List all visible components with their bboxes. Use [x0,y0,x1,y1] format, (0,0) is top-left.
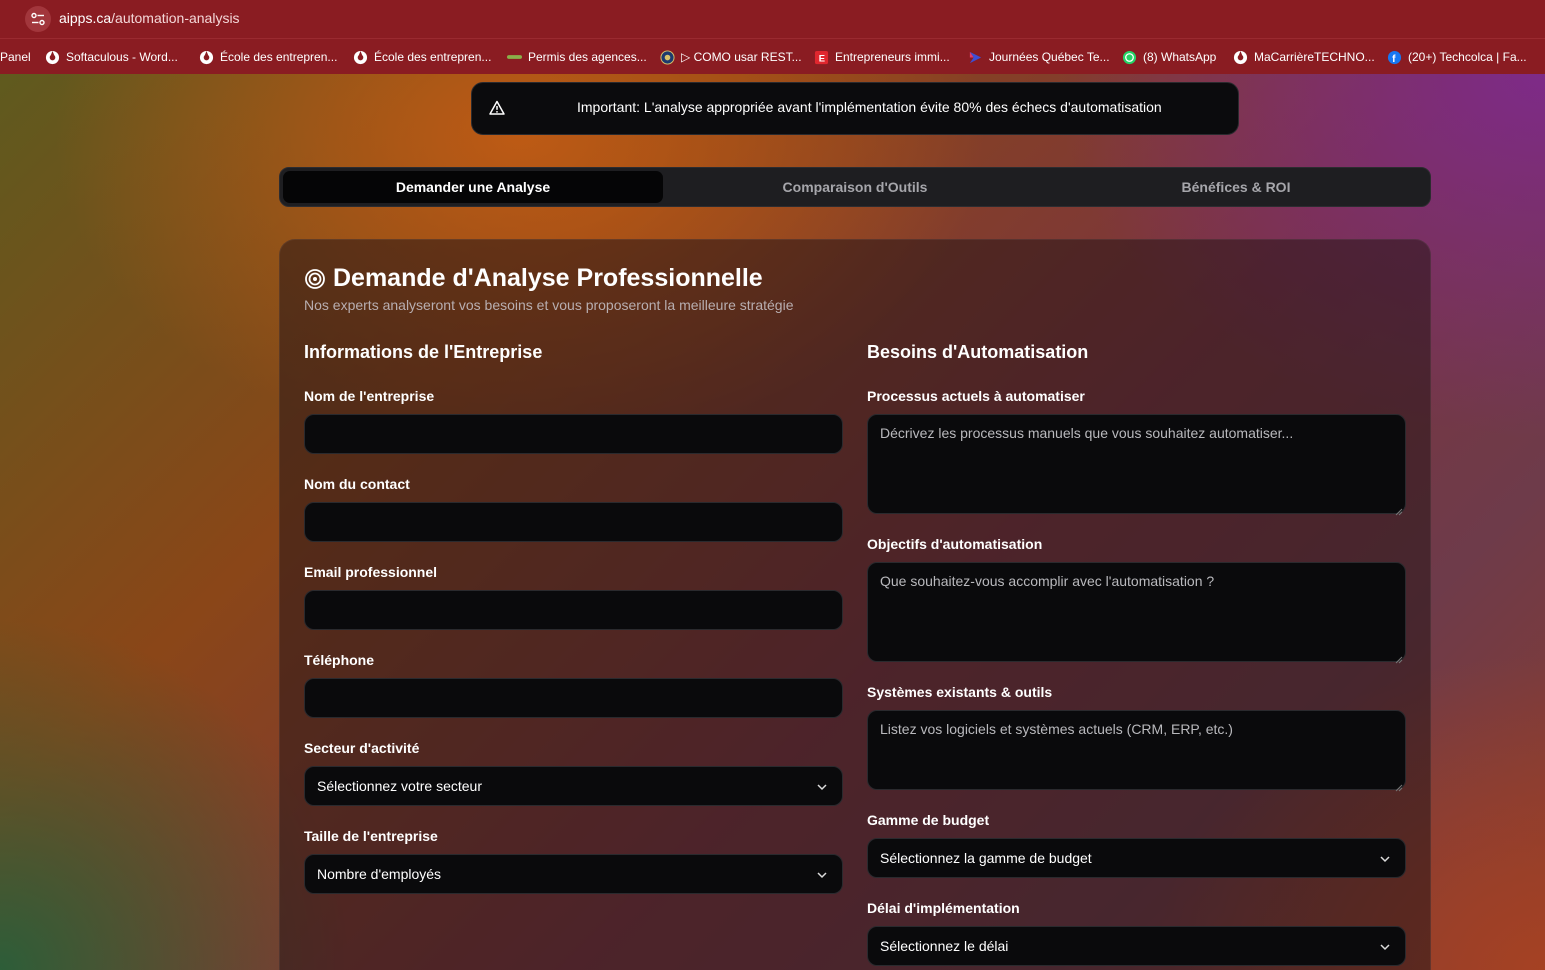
bookmark-ecole-1[interactable]: École des entrepren... [199,48,337,66]
bookmark-label: (8) WhatsApp [1143,50,1217,64]
chevron-down-icon [1379,852,1391,864]
globe-icon [45,50,60,65]
bookmark-softaculous[interactable]: Softaculous - Word... [45,48,178,66]
processes-input[interactable] [868,415,1405,513]
bookmark-permis[interactable]: Permis des agences... [507,48,647,66]
facebook-icon: f [1387,50,1402,65]
site-info-icon[interactable] [25,6,51,32]
target-icon [304,268,326,290]
budget-select-value: Sélectionnez la gamme de budget [880,850,1092,866]
processes-label: Processus actuels à automatiser [867,388,1085,404]
bookmark-entrepreneurs[interactable]: E Entrepreneurs immi... [814,48,950,66]
size-select[interactable]: Nombre d'employés [304,854,843,894]
contact-name-field[interactable] [304,502,843,542]
globe-icon [353,50,368,65]
processes-textarea[interactable] [867,414,1406,516]
seal-icon [660,49,675,65]
url-host: aipps.ca [59,10,112,26]
systems-label: Systèmes existants & outils [867,684,1053,700]
bookmark-label: Permis des agences... [528,50,647,64]
phone-field[interactable] [304,678,843,718]
company-name-field[interactable] [304,414,843,454]
sector-label: Secteur d'activité [304,740,420,756]
resize-grip-icon[interactable] [1395,779,1403,792]
bookmark-label: Panel [0,50,31,64]
bookmark-label: (20+) Techcolca | Fa... [1408,50,1527,64]
warning-triangle-icon [488,99,506,117]
e-logo-icon: E [814,50,829,65]
resize-grip-icon[interactable] [1395,503,1403,516]
systems-textarea[interactable] [867,710,1406,792]
size-label: Taille de l'entreprise [304,828,438,844]
bookmark-ecole-2[interactable]: École des entrepren... [353,48,491,66]
chevron-down-icon [816,780,828,792]
bookmark-label: Entrepreneurs immi... [835,50,950,64]
tab-benefices-roi[interactable]: Bénéfices & ROI [1046,171,1426,203]
chevron-down-icon [1379,940,1391,952]
analysis-request-card: Demande d'Analyse Professionnelle Nos ex… [279,239,1431,970]
bookmark-como[interactable]: ▷ COMO usar REST... [660,48,802,66]
systems-input[interactable] [868,711,1405,789]
bookmark-label: ▷ COMO usar REST... [681,50,802,64]
goals-label: Objectifs d'automatisation [867,536,1043,552]
timeline-select-value: Sélectionnez le délai [880,938,1009,954]
card-title-text: Demande d'Analyse Professionnelle [333,264,763,292]
email-field[interactable] [304,590,843,630]
whatsapp-icon [1122,50,1137,65]
bookmark-whatsapp[interactable]: (8) WhatsApp [1122,48,1216,66]
card-subtitle: Nos experts analyseront vos besoins et v… [304,297,794,313]
size-select-value: Nombre d'employés [317,866,442,882]
company-name-label: Nom de l'entreprise [304,388,435,404]
bookmark-macarriere[interactable]: MaCarrièreTECHNO... [1233,48,1375,66]
url-path: /automation-analysis [111,10,240,26]
tab-list: Demander une Analyse Comparaison d'Outil… [279,167,1431,207]
bookmark-label: Softaculous - Word... [66,50,178,64]
bookmark-label: École des entrepren... [374,50,492,64]
bookmark-label: Journées Québec Te... [989,50,1110,64]
tab-comparaison-outils[interactable]: Comparaison d'Outils [665,171,1045,203]
sector-select-value: Sélectionnez votre secteur [317,778,482,794]
company-info-heading: Informations de l'Entreprise [304,342,543,362]
resize-grip-icon[interactable] [1395,651,1403,664]
bookmark-techcolca[interactable]: f (20+) Techcolca | Fa... [1387,48,1527,66]
bookmark-label: École des entrepren... [220,50,338,64]
address-bar: aipps.ca/automation-analysis [0,0,1545,38]
chevron-down-icon [816,868,828,880]
card-title: Demande d'Analyse Professionnelle [304,264,763,293]
automation-needs-heading: Besoins d'Automatisation [867,342,1089,362]
alert-text: Important: L'analyse appropriée avant l'… [577,99,1162,115]
globe-icon [1233,50,1248,65]
timeline-label: Délai d'implémentation [867,900,1020,916]
svg-text:E: E [819,53,825,63]
budget-label: Gamme de budget [867,812,990,828]
important-alert: Important: L'analyse appropriée avant l'… [471,82,1239,135]
bookmark-label: MaCarrièreTECHNO... [1254,50,1375,64]
contact-name-label: Nom du contact [304,476,410,492]
url-text[interactable]: aipps.ca/automation-analysis [59,10,240,26]
company-name-input[interactable] [305,415,842,453]
bookmarks-bar: Panel Softaculous - Word... École des en… [0,38,1545,74]
svg-text:f: f [1392,54,1396,65]
arrow-logo-icon [968,50,983,65]
leaf-logo-icon [507,50,522,65]
globe-icon [199,50,214,65]
phone-input[interactable] [305,679,842,717]
email-input[interactable] [305,591,842,629]
tab-demander-analyse[interactable]: Demander une Analyse [283,171,663,203]
email-label: Email professionnel [304,564,438,580]
budget-select[interactable]: Sélectionnez la gamme de budget [867,838,1406,878]
page-background: Important: L'analyse appropriée avant l'… [0,74,1545,970]
sector-select[interactable]: Sélectionnez votre secteur [304,766,843,806]
bookmark-panel[interactable]: Panel [0,48,31,66]
contact-name-input[interactable] [305,503,842,541]
goals-textarea[interactable] [867,562,1406,664]
phone-label: Téléphone [304,652,375,668]
timeline-select[interactable]: Sélectionnez le délai [867,926,1406,966]
bookmark-journees[interactable]: Journées Québec Te... [968,48,1110,66]
goals-input[interactable] [868,563,1405,661]
